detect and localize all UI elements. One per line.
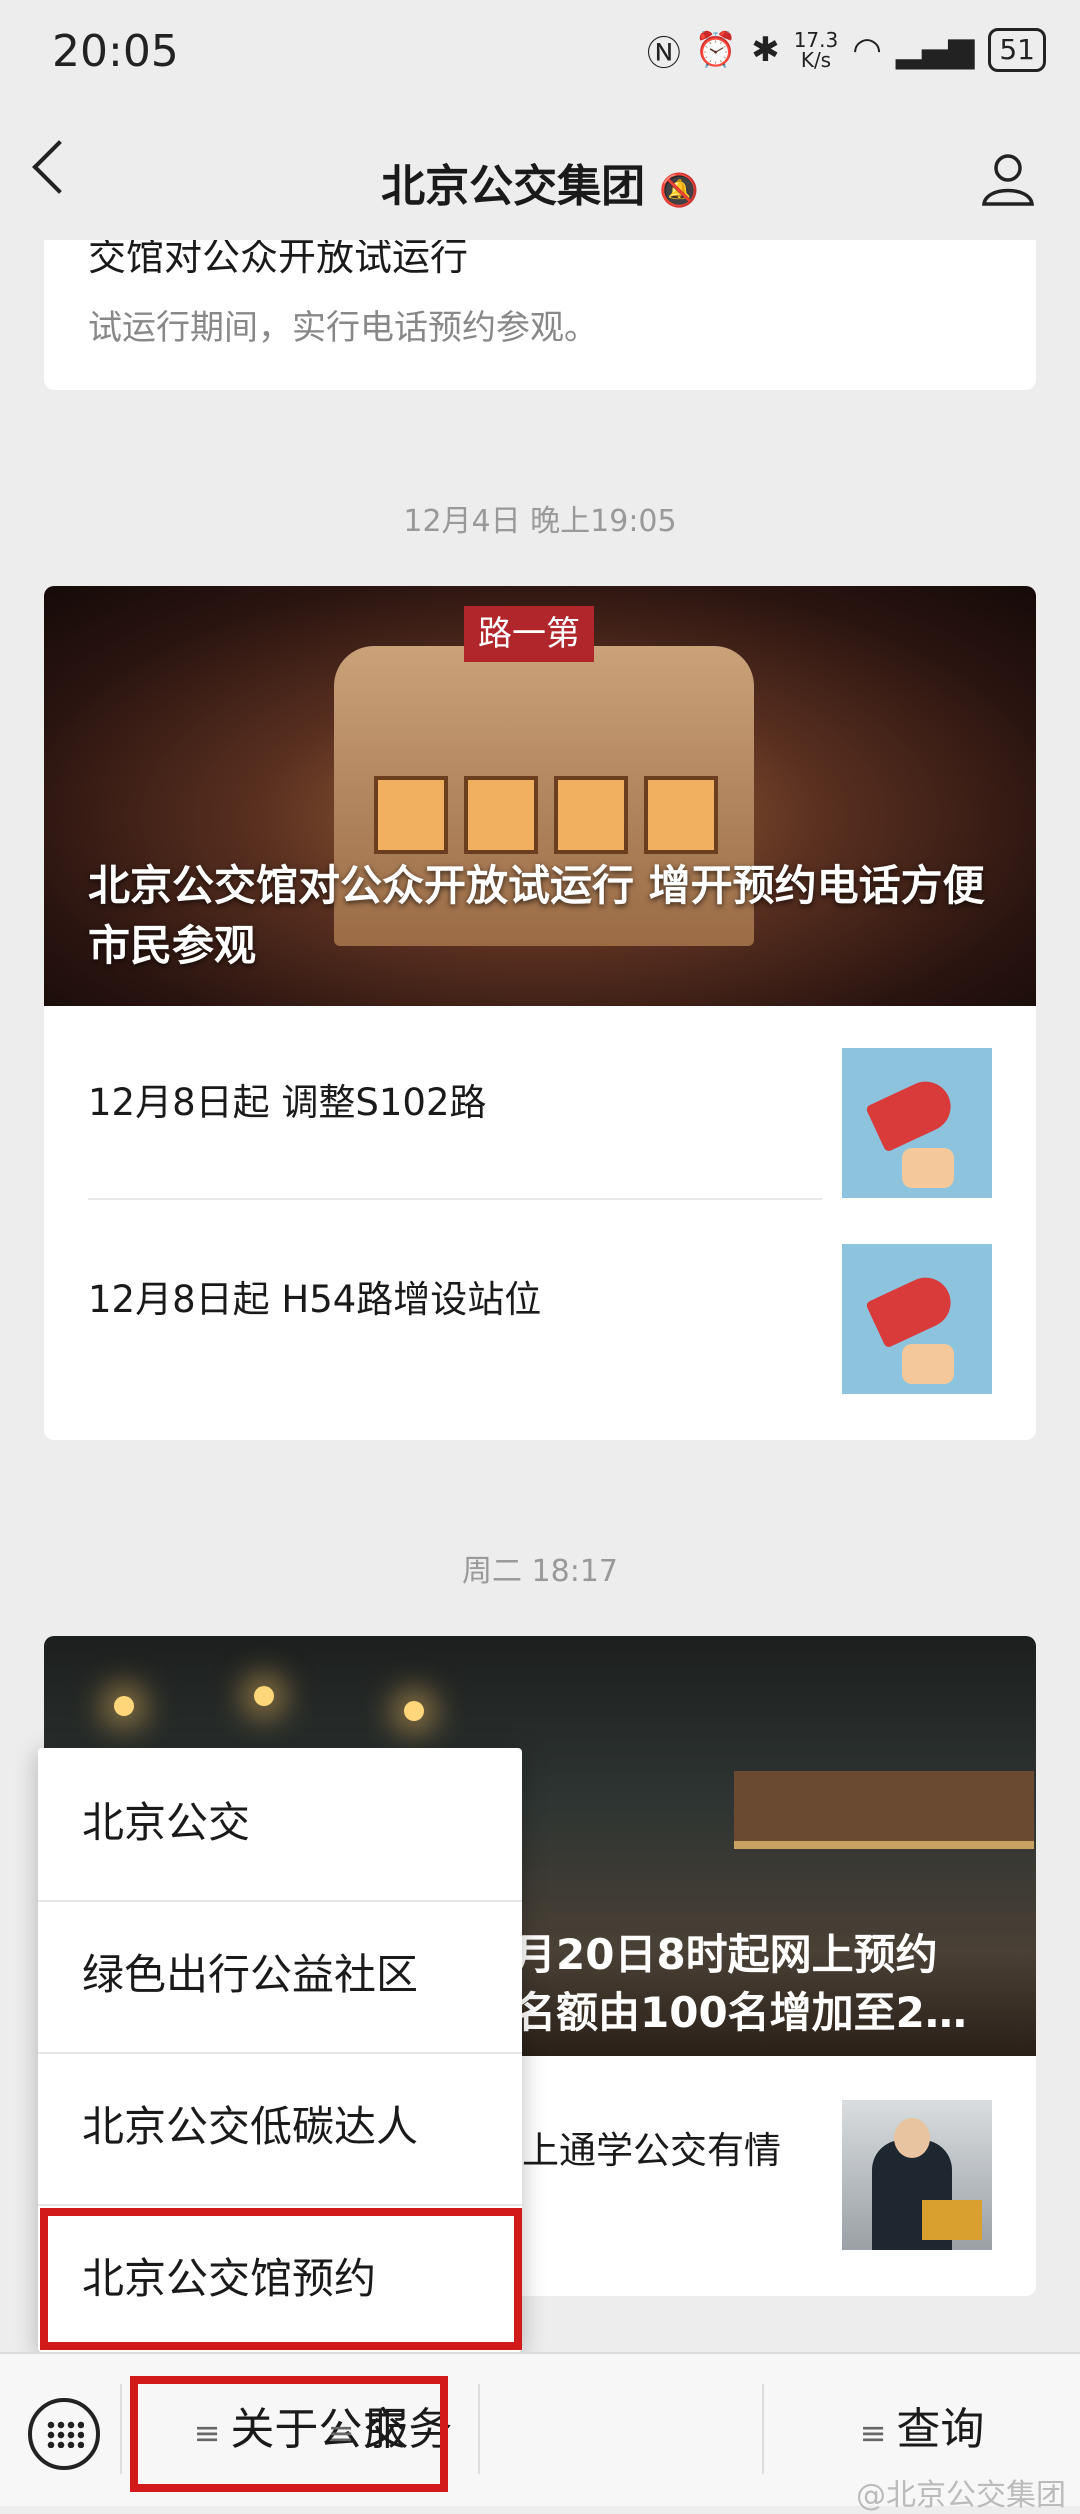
building-image (734, 1771, 1034, 1849)
message-timestamp: 12月4日 晚上19:05 (403, 504, 677, 539)
message-timestamp: 周二 18:17 (462, 1554, 618, 1589)
article-desc: 试运行期间，实行电话预约参观。 (88, 308, 598, 348)
menu-item-beijing-bus[interactable]: 北京公交 (38, 1748, 522, 1898)
mute-bell-icon: 🔕 (659, 171, 699, 209)
nav-bar: 北京公交集团 🔕 (0, 100, 1080, 248)
article-title: 交馆对公众开放试运行 (88, 240, 469, 279)
article-group-1: 路一第 北京公交馆对公众开放试运行 增开预约电话方便市民参观 12月8日起 调整… (44, 586, 1036, 1440)
hero-article[interactable]: 路一第 北京公交馆对公众开放试运行 增开预约电话方便市民参观 (44, 586, 1036, 1006)
megaphone-icon (865, 1073, 959, 1153)
article-card-partial[interactable]: 交馆对公众开放试运行 试运行期间，实行电话预约参观。 (44, 240, 1036, 390)
status-icons: Ⓝ ⏰ ✱ 17.3 K/s ◠ ▂▄▆ 51 (647, 22, 1046, 78)
keyboard-icon[interactable] (28, 2398, 100, 2470)
megaphone-icon (865, 1269, 959, 1349)
menu-lines-icon: ≡ (859, 2414, 887, 2452)
hero-title: 月20日8时起网上预约 名额由100名增加至2… (514, 1930, 967, 2037)
list-item[interactable]: 12月8日起 H54路增设站位 (44, 1200, 1036, 1420)
list-item[interactable]: 12月8日起 调整S102路 (44, 1006, 1036, 1200)
photo-thumbnail (842, 2100, 992, 2250)
list-item-title: 上通学公交有情 (522, 2129, 781, 2172)
highlight-box-menu-item (40, 2208, 522, 2350)
profile-icon[interactable] (980, 150, 1036, 206)
megaphone-thumbnail (842, 1244, 992, 1394)
nfc-icon: Ⓝ (646, 33, 681, 74)
hero-title: 北京公交馆对公众开放试运行 增开预约电话方便市民参观 (88, 861, 985, 970)
battery-indicator: 51 (988, 28, 1046, 72)
alarm-icon: ⏰ (694, 30, 738, 70)
bluetooth-icon: ✱ (751, 30, 780, 70)
page-title: 北京公交集团 🔕 (381, 161, 699, 212)
status-time: 20:05 (52, 26, 179, 77)
menu-item-green-travel[interactable]: 绿色出行公益社区 (38, 1900, 522, 2050)
list-item-title: 12月8日起 调整S102路 (88, 1081, 487, 1124)
wifi-icon: ◠ (852, 30, 882, 70)
highlight-box-tab (130, 2376, 448, 2492)
list-item-title: 12月8日起 H54路增设站位 (88, 1278, 542, 1321)
megaphone-thumbnail (842, 1048, 992, 1198)
menu-item-low-carbon[interactable]: 北京公交低碳达人 (38, 2052, 522, 2202)
net-speed: 17.3 K/s (793, 28, 839, 72)
status-bar: 20:05 Ⓝ ⏰ ✱ 17.3 K/s ◠ ▂▄▆ 51 (0, 0, 1080, 100)
watermark: @北京公交集团 (856, 2478, 1066, 2513)
signal-icon: ▂▄▆ (895, 30, 975, 70)
tram-sign: 路一第 (464, 606, 594, 662)
